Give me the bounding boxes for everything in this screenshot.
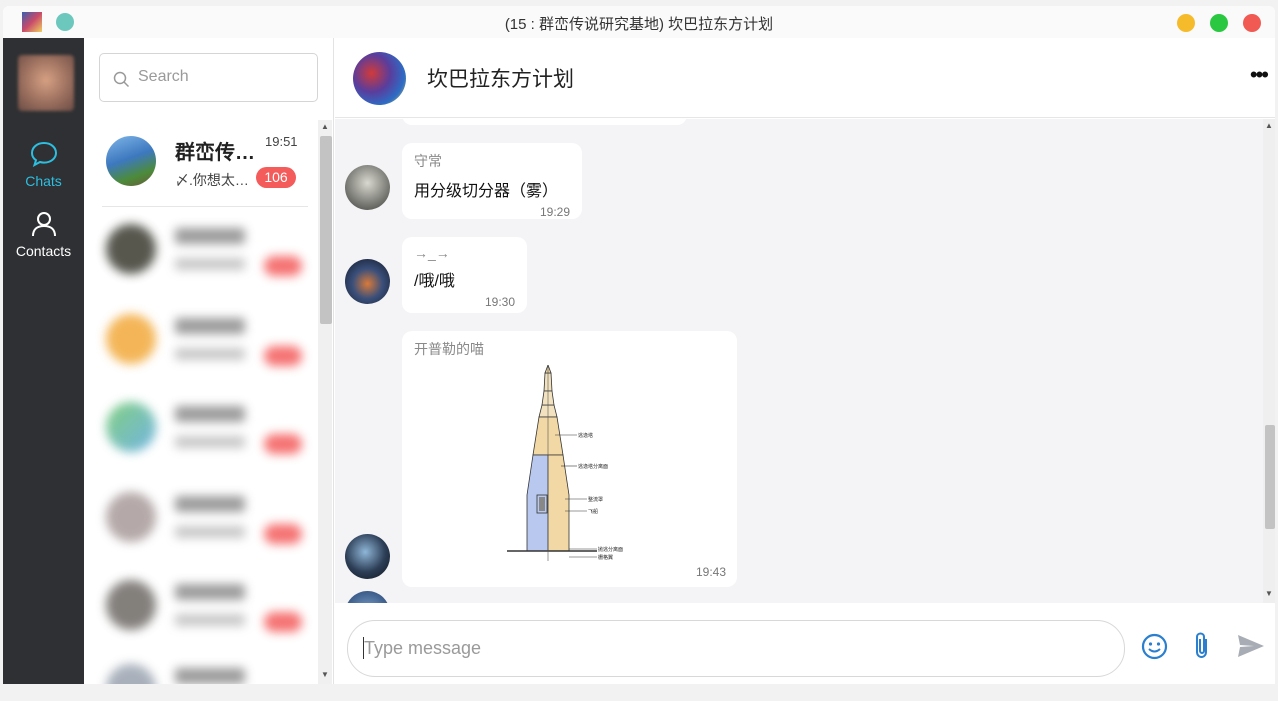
scroll-down-icon[interactable]: ▼ (321, 670, 329, 679)
message-sender: 守常 (414, 153, 442, 169)
conversation-avatar (106, 314, 156, 364)
sender-avatar[interactable] (345, 534, 390, 579)
window-title: (15 : 群峦传说研究基地) 坎巴拉东方计划 (504, 16, 774, 33)
message-sender: 开普勒的喵 (414, 341, 484, 357)
list-divider (102, 206, 308, 207)
nav-contacts[interactable]: Contacts (3, 211, 84, 259)
conversation-item-blurred[interactable] (104, 658, 304, 684)
conversation-item[interactable]: 群峦传说研究基地 19:51 〆.你想太多了 106 (104, 130, 304, 190)
conversation-item-blurred[interactable] (104, 396, 304, 456)
conversation-preview: 〆.你想太多了 (175, 172, 255, 188)
list-scroll-thumb[interactable] (320, 136, 332, 324)
conversation-avatar (106, 402, 156, 452)
close-button[interactable] (1243, 14, 1261, 32)
sender-avatar[interactable] (345, 165, 390, 210)
send-icon[interactable] (1237, 634, 1265, 658)
message-text: 用分级切分器（雾） (414, 183, 559, 200)
chat-title: 坎巴拉东方计划 (427, 68, 574, 91)
emoji-icon[interactable] (1141, 633, 1168, 660)
message-area: 守常 用分级切分器（雾） 19:29 →_→ /哦/哦 19:30 开普勒的喵 (335, 119, 1275, 603)
chat-panel: 坎巴拉东方计划 ••• 守常 用分级切分器（雾） 19:29 →_→ /哦/哦 … (335, 38, 1275, 684)
more-options-icon[interactable]: ••• (1250, 64, 1269, 86)
conversation-avatar (106, 580, 156, 630)
message-time: 19:29 (539, 205, 570, 219)
scroll-up-icon[interactable]: ▲ (1265, 121, 1273, 130)
sender-avatar[interactable] (345, 259, 390, 304)
attachment-icon[interactable] (1192, 631, 1212, 661)
conversation-time: 19:51 (265, 134, 298, 149)
message-input-placeholder: Type message (364, 638, 482, 658)
conversation-item-blurred[interactable] (104, 486, 304, 546)
maximize-button[interactable] (1210, 14, 1228, 32)
list-scrollbar[interactable]: ▲ ▼ (318, 120, 332, 684)
diagram-label: 抛逃分离面 (598, 546, 623, 553)
nav-contacts-label: Contacts (15, 243, 72, 259)
nav-rail: Chats Contacts (3, 38, 84, 684)
message-time: 19:43 (695, 565, 726, 579)
conversation-list: Search 群峦传说研究基地 19:51 〆.你想太多了 106 (84, 38, 334, 684)
conversation-item-blurred[interactable] (104, 574, 304, 634)
minimize-button[interactable] (1177, 14, 1195, 32)
message-bubble: →_→ /哦/哦 19:30 (402, 237, 527, 313)
message-time: 19:30 (484, 295, 515, 309)
message-bubble: 守常 用分级切分器（雾） 19:29 (402, 143, 582, 219)
person-icon (31, 212, 56, 237)
scroll-down-icon[interactable]: ▼ (1265, 589, 1273, 598)
search-placeholder: Search (138, 68, 189, 85)
user-avatar[interactable] (18, 55, 74, 111)
message-scroll-thumb[interactable] (1265, 425, 1275, 529)
diagram-label: 飞船 (588, 508, 598, 515)
title-bar: (15 : 群峦传说研究基地) 坎巴拉东方计划 (3, 6, 1275, 38)
conversation-avatar (106, 492, 156, 542)
chat-avatar[interactable] (353, 52, 406, 105)
message-text: /哦/哦 (414, 273, 455, 290)
chat-bubble-icon (30, 141, 57, 168)
diagram-label: 整流罩 (588, 496, 603, 503)
diagram-label: 逃逸塔分离面 (578, 463, 608, 470)
message-bubble: 开普勒的喵 逃逸塔 逃逸塔分离面 整流罩 飞船 抛逃分离面 栅格翼 19:43 (402, 331, 737, 587)
conversation-avatar (106, 664, 156, 684)
app-window: (15 : 群峦传说研究基地) 坎巴拉东方计划 Chats Contacts S… (3, 6, 1275, 684)
message-input[interactable]: Type message (347, 620, 1125, 677)
conversation-avatar (106, 136, 156, 186)
unread-badge: 106 (256, 167, 296, 188)
scroll-up-icon[interactable]: ▲ (321, 122, 329, 131)
search-input[interactable]: Search (99, 53, 318, 102)
conversation-item-blurred[interactable] (104, 218, 304, 278)
diagram-label: 栅格翼 (598, 554, 613, 561)
conversation-avatar (106, 224, 156, 274)
message-sender: →_→ (414, 245, 450, 261)
search-icon (113, 71, 130, 88)
message-scrollbar[interactable]: ▲ ▼ (1263, 119, 1275, 603)
nav-chats[interactable]: Chats (3, 141, 84, 189)
chat-header: 坎巴拉东方计划 ••• (335, 38, 1275, 118)
conversation-name: 群峦传说研究基地 (175, 142, 259, 164)
nav-chats-label: Chats (25, 173, 62, 189)
message-bubble-partial (402, 119, 687, 125)
conversation-item-blurred[interactable] (104, 308, 304, 368)
composer: Type message (335, 603, 1275, 684)
rocket-diagram-image[interactable]: 逃逸塔 逃逸塔分离面 整流罩 飞船 抛逃分离面 栅格翼 (507, 365, 657, 561)
diagram-label: 逃逸塔 (578, 432, 593, 439)
sender-avatar[interactable] (345, 591, 390, 603)
